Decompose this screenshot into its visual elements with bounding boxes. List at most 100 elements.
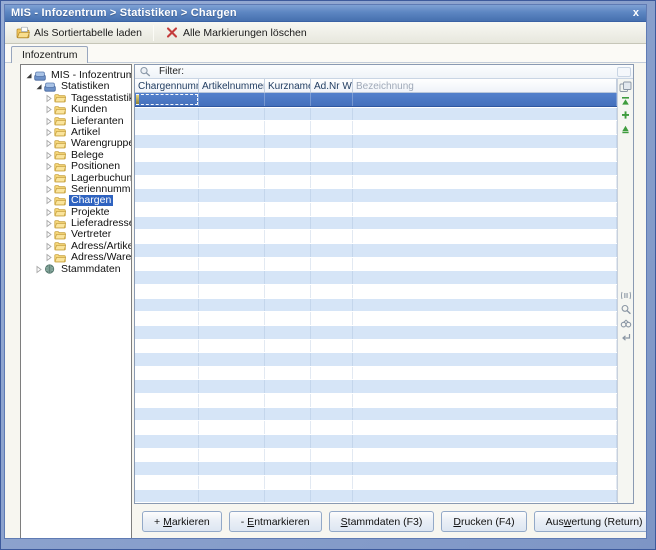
grid-row[interactable]: [135, 161, 617, 176]
grid-cell[interactable]: [135, 462, 199, 475]
grid-row[interactable]: [135, 489, 617, 504]
twisty-collapsed-icon[interactable]: [44, 139, 53, 148]
grid-cell[interactable]: [353, 203, 617, 216]
grid-cell[interactable]: [199, 121, 265, 134]
grid-cell[interactable]: [199, 135, 265, 148]
grid-cell[interactable]: [353, 189, 617, 202]
marker-plus-icon[interactable]: [619, 109, 632, 121]
grid-cell[interactable]: [265, 135, 311, 148]
grid-cell[interactable]: [311, 162, 353, 175]
grid-cell[interactable]: [353, 299, 617, 312]
tree-item-seriennummern[interactable]: Seriennummern: [21, 184, 131, 195]
grid-row[interactable]: [135, 243, 617, 258]
grid-cell[interactable]: [353, 217, 617, 230]
grid-row[interactable]: [135, 176, 617, 189]
grid-cell[interactable]: [199, 203, 265, 216]
grid-cell[interactable]: [353, 380, 617, 393]
grid-row[interactable]: [135, 298, 617, 313]
grid-cell[interactable]: [199, 490, 265, 503]
tree-item-adress-artikel[interactable]: Adress/Artikel: [21, 241, 131, 252]
grid-cell[interactable]: [353, 149, 617, 162]
grid-row[interactable]: [135, 379, 617, 394]
grid-cell[interactable]: [135, 176, 199, 189]
grid-cell[interactable]: [135, 217, 199, 230]
grid-cell[interactable]: [311, 217, 353, 230]
tree-item-warengruppen[interactable]: Warengruppen: [21, 138, 131, 149]
drucken-button[interactable]: Drucken (F4): [441, 511, 526, 532]
grid-cell[interactable]: [135, 367, 199, 380]
grid-cell[interactable]: [353, 367, 617, 380]
tree-item-artikel[interactable]: Artikel: [21, 127, 131, 138]
grid-cell[interactable]: [311, 367, 353, 380]
grid-cell[interactable]: [135, 230, 199, 243]
search-icon[interactable]: [619, 303, 632, 315]
twisty-collapsed-icon[interactable]: [44, 185, 53, 194]
grid-cell[interactable]: [265, 340, 311, 353]
twisty-collapsed-icon[interactable]: [44, 208, 53, 217]
grid-cell[interactable]: [353, 421, 617, 434]
grid-cell[interactable]: [265, 476, 311, 489]
grid-cell[interactable]: [199, 312, 265, 325]
grid-cell[interactable]: [353, 449, 617, 462]
grid-cell[interactable]: [135, 353, 199, 366]
grid-cell[interactable]: [265, 394, 311, 407]
grid-cell[interactable]: [135, 340, 199, 353]
twisty-collapsed-icon[interactable]: [44, 117, 53, 126]
grid-cell[interactable]: [311, 299, 353, 312]
grid-cell[interactable]: [265, 203, 311, 216]
grid-cell[interactable]: [311, 435, 353, 448]
scroll-top-icon[interactable]: [619, 95, 632, 107]
load-sort-table-button[interactable]: Als Sortiertabelle laden: [9, 23, 149, 42]
tree-item-adress-warengruppen[interactable]: Adress/Warengruppen: [21, 252, 131, 263]
grid-cell[interactable]: [199, 189, 265, 202]
grid-cell[interactable]: [353, 93, 617, 106]
twisty-collapsed-icon[interactable]: [44, 253, 53, 262]
grid-cell[interactable]: [199, 462, 265, 475]
grid-row[interactable]: [135, 476, 617, 489]
grid-cell[interactable]: [265, 189, 311, 202]
grid-cell[interactable]: [265, 176, 311, 189]
tree-item-lieferadressen[interactable]: Lieferadressen: [21, 218, 131, 229]
auswertung-button[interactable]: Auswertung (Return): [534, 511, 647, 532]
grid-cell[interactable]: [311, 189, 353, 202]
close-button[interactable]: x: [626, 6, 646, 21]
grid-cell[interactable]: [265, 162, 311, 175]
tree-item-stammdaten[interactable]: Stammdaten: [21, 264, 131, 275]
grid-cell[interactable]: [311, 394, 353, 407]
grid-cell[interactable]: [199, 476, 265, 489]
grid-cell[interactable]: [199, 149, 265, 162]
grid-cell[interactable]: [353, 326, 617, 339]
grid-cell[interactable]: [135, 203, 199, 216]
column-header-artikelnummer[interactable]: Artikelnummer: [199, 79, 265, 92]
grid-cell[interactable]: [265, 149, 311, 162]
twisty-collapsed-icon[interactable]: [44, 162, 53, 171]
grid-cell[interactable]: [311, 258, 353, 271]
grid-cell[interactable]: [135, 490, 199, 503]
grid-cell[interactable]: [311, 476, 353, 489]
markieren-button[interactable]: + Markieren: [142, 511, 222, 532]
grid-cell[interactable]: [311, 244, 353, 257]
grid-cell[interactable]: [199, 435, 265, 448]
grid-row[interactable]: [135, 216, 617, 231]
grid-cell[interactable]: [353, 285, 617, 298]
grid-cell[interactable]: [199, 271, 265, 284]
grid-cell[interactable]: [135, 93, 199, 106]
grid-row[interactable]: [135, 312, 617, 325]
grid-row[interactable]: [135, 230, 617, 243]
grid-cell[interactable]: [353, 490, 617, 503]
clear-marks-button[interactable]: Alle Markierungen löschen: [158, 23, 314, 42]
grid-cell[interactable]: [311, 121, 353, 134]
grid-cell[interactable]: [311, 449, 353, 462]
grid-cell[interactable]: [311, 285, 353, 298]
grid-cell[interactable]: [199, 449, 265, 462]
grid-cell[interactable]: [265, 367, 311, 380]
grid-cell[interactable]: [199, 299, 265, 312]
grid-row[interactable]: [135, 421, 617, 434]
grid-cell[interactable]: [135, 312, 199, 325]
grid-cell[interactable]: [135, 408, 199, 421]
grid-cell[interactable]: [199, 285, 265, 298]
grid-row[interactable]: [135, 134, 617, 149]
grid-cell[interactable]: [199, 326, 265, 339]
grid-row-selected[interactable]: [135, 93, 617, 107]
stammdaten-button[interactable]: Stammdaten (F3): [329, 511, 435, 532]
